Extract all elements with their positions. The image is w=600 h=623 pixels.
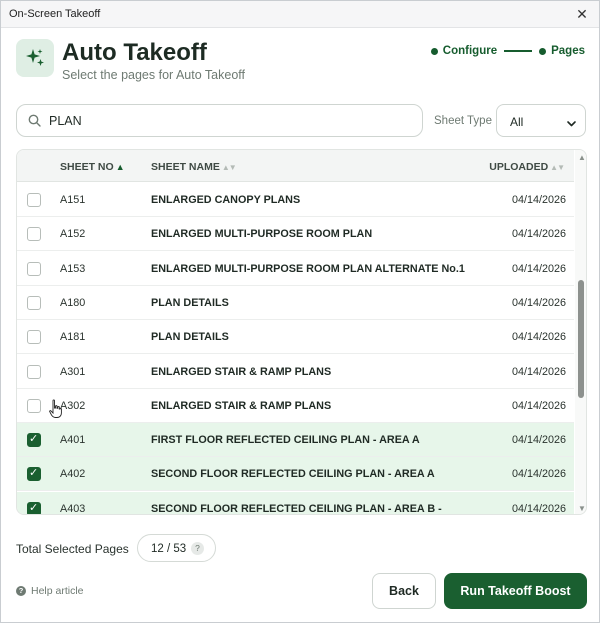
sheet-name-cell: ENLARGED MULTI-PURPOSE ROOM PLAN ALTERNA… [151, 262, 465, 275]
sort-icon: ▲▼ [221, 163, 237, 172]
total-selected-label: Total Selected Pages [16, 542, 129, 556]
help-article-label: Help article [31, 585, 84, 597]
step-configure[interactable]: Configure [430, 45, 498, 57]
step-label: Configure [442, 45, 498, 57]
table-row[interactable]: ✓ A403 SECOND FLOOR REFLECTED CEILING PLAN… [17, 491, 574, 515]
sheet-name-cell: SECOND FLOOR REFLECTED CEILING PLAN - AR… [151, 502, 442, 515]
help-icon: ? [16, 586, 26, 596]
sheet-name-cell: ENLARGED MULTI-PURPOSE ROOM PLAN [151, 228, 373, 241]
sheet-name-cell: FIRST FLOOR REFLECTED CEILING PLAN - ARE… [151, 434, 420, 447]
total-selected-badge: 12 / 53 ? [137, 534, 216, 562]
sheet-type-select[interactable]: All [496, 104, 586, 137]
uploaded-cell: 04/14/2026 [511, 331, 566, 344]
sheet-no-cell: A151 [60, 194, 86, 206]
row-checkbox[interactable]: ✓ [27, 501, 41, 514]
sheet-no-cell: A181 [60, 331, 86, 344]
uploaded-cell: 04/14/2026 [511, 399, 566, 412]
row-checkbox[interactable] [27, 330, 41, 345]
back-button[interactable]: Back [372, 573, 436, 609]
table-row[interactable]: A302 ENLARGED STAIR & RAMP PLANS 04/14/202… [17, 388, 574, 423]
step-connector [504, 50, 533, 52]
close-icon[interactable]: ✕ [573, 5, 591, 23]
uploaded-cell: 04/14/2026 [511, 434, 566, 447]
uploaded-cell: 04/14/2026 [511, 468, 566, 481]
scroll-up-icon[interactable]: ▲ [578, 153, 586, 162]
sheet-no-cell: A152 [60, 228, 86, 241]
info-icon[interactable]: ? [191, 542, 204, 555]
column-uploaded[interactable]: UPLOADED ▲▼ [489, 161, 565, 173]
sheet-name-cell: ENLARGED CANOPY PLANS [151, 194, 301, 206]
sheet-type-label: Sheet Type [434, 115, 492, 127]
table-row[interactable]: A301 ENLARGED STAIR & RAMP PLANS 04/14/202… [17, 354, 574, 389]
sheet-name-cell: PLAN DETAILS [151, 296, 229, 309]
table-row[interactable]: A181 PLAN DETAILS 04/14/2026 [17, 320, 574, 355]
table-header: SHEET NO ▲ SHEET NAME ▲▼ UPLOADED ▲▼ [17, 150, 574, 182]
sheet-type-value: All [510, 115, 524, 129]
sparkles-icon [16, 39, 54, 77]
row-checkbox[interactable] [27, 398, 41, 413]
column-sheet-name[interactable]: SHEET NAME ▲▼ [151, 161, 237, 173]
sheet-name-cell: ENLARGED STAIR & RAMP PLANS [151, 365, 332, 378]
sheet-name-cell: ENLARGED STAIR & RAMP PLANS [151, 399, 332, 412]
search-icon [28, 114, 41, 132]
table-row[interactable]: A151 ENLARGED CANOPY PLANS 04/14/2026 [17, 183, 574, 217]
search-box[interactable] [16, 104, 423, 137]
checkmark-icon: ✓ [29, 433, 39, 446]
uploaded-cell: 04/14/2026 [511, 365, 566, 378]
sheet-name-cell: PLAN DETAILS [151, 331, 229, 344]
sort-asc-icon: ▲ [115, 162, 125, 172]
sheet-no-cell: A302 [60, 399, 86, 412]
row-checkbox[interactable] [27, 227, 41, 242]
scroll-down-icon[interactable]: ▼ [578, 504, 586, 513]
run-takeoff-boost-button[interactable]: Run Takeoff Boost [444, 573, 587, 609]
checkmark-icon: ✓ [29, 501, 39, 514]
sheet-no-cell: A153 [60, 262, 86, 275]
sheet-no-cell: A401 [60, 434, 86, 447]
takeoff-dialog: On-Screen Takeoff ✕ Auto Takeoff Select … [0, 0, 600, 623]
title-bar: On-Screen Takeoff ✕ [1, 1, 599, 28]
checkmark-icon: ✓ [29, 467, 39, 480]
search-input[interactable] [49, 111, 409, 131]
table-row[interactable]: A152 ENLARGED MULTI-PURPOSE ROOM PLAN 04/1… [17, 217, 574, 252]
uploaded-cell: 04/14/2026 [511, 228, 566, 241]
hand-cursor-icon [49, 399, 63, 424]
chevron-down-icon [566, 116, 577, 134]
sheet-no-cell: A403 [60, 502, 86, 515]
page-subtitle: Select the pages for Auto Takeoff [62, 68, 246, 82]
uploaded-cell: 04/14/2026 [511, 262, 566, 275]
step-dot-icon [539, 47, 547, 55]
window-title: On-Screen Takeoff [9, 8, 101, 20]
row-checkbox[interactable]: ✓ [27, 433, 41, 448]
table-row[interactable]: ✓ A401 FIRST FLOOR REFLECTED CEILING PLAN … [17, 423, 574, 458]
step-dot-icon [430, 47, 438, 55]
table-row[interactable]: A180 PLAN DETAILS 04/14/2026 [17, 285, 574, 320]
sheets-table: SHEET NO ▲ SHEET NAME ▲▼ UPLOADED ▲▼ A151 EN… [16, 149, 587, 515]
row-checkbox[interactable]: ✓ [27, 467, 41, 482]
column-sheet-no[interactable]: SHEET NO ▲ [60, 161, 125, 173]
page-title: Auto Takeoff [62, 39, 207, 66]
step-label: Pages [551, 45, 585, 57]
sheet-name-cell: SECOND FLOOR REFLECTED CEILING PLAN - AR… [151, 468, 435, 481]
step-pages[interactable]: Pages [539, 45, 585, 57]
table-row[interactable]: A153 ENLARGED MULTI-PURPOSE ROOM PLAN ALT… [17, 251, 574, 286]
row-checkbox[interactable] [27, 364, 41, 379]
sheet-no-cell: A402 [60, 468, 86, 481]
table-row[interactable]: ✓ A402 SECOND FLOOR REFLECTED CEILING PLAN… [17, 457, 574, 492]
uploaded-cell: 04/14/2026 [511, 296, 566, 309]
uploaded-cell: 04/14/2026 [511, 502, 566, 515]
total-selected-value: 12 / 53 [151, 543, 187, 555]
row-checkbox[interactable] [27, 295, 41, 310]
stepper: Configure Pages [430, 45, 585, 57]
help-article-link[interactable]: ? Help article [16, 585, 84, 597]
row-checkbox[interactable] [27, 193, 41, 207]
sort-icon: ▲▼ [550, 163, 565, 172]
sheet-no-cell: A180 [60, 296, 86, 309]
row-checkbox[interactable] [27, 261, 41, 276]
uploaded-cell: 04/14/2026 [511, 194, 566, 206]
scroll-thumb[interactable] [578, 280, 584, 398]
sheet-no-cell: A301 [60, 365, 86, 378]
table-scrollbar[interactable]: ▲ ▼ [575, 150, 586, 514]
